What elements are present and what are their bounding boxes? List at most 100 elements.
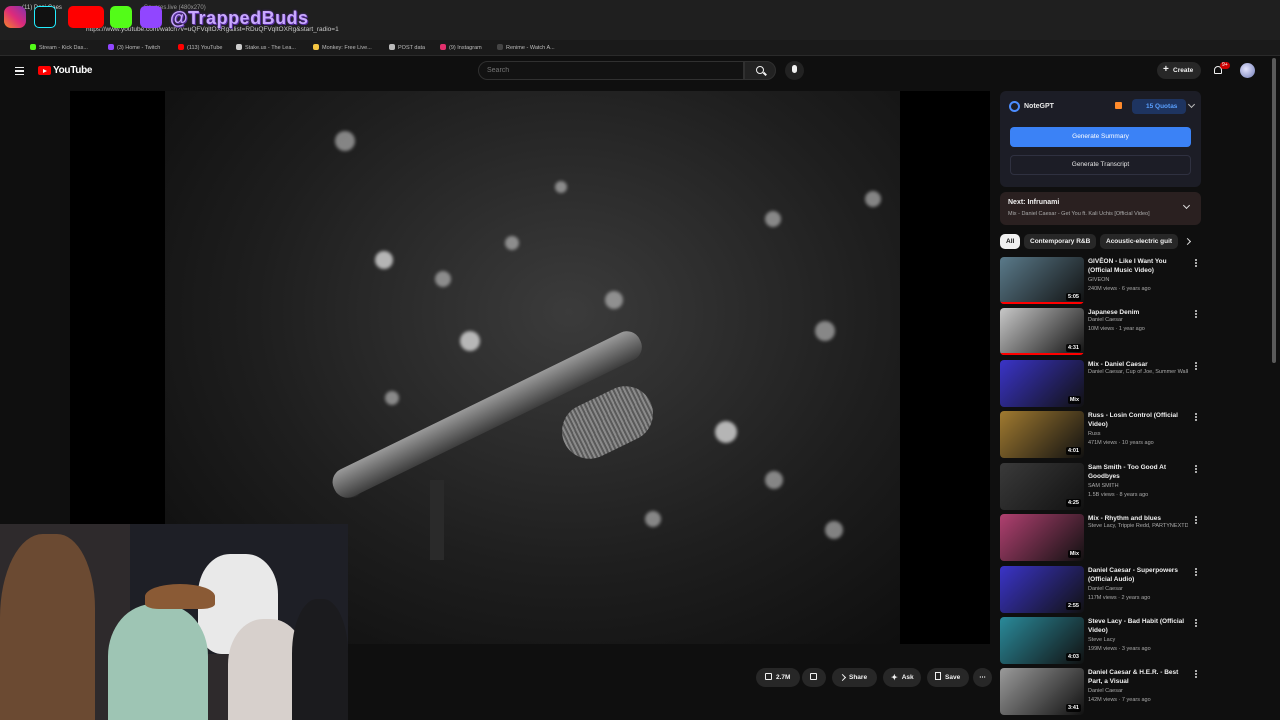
- thumbs-down-icon: [810, 673, 817, 680]
- video-title[interactable]: Russ - Losin Control (Official Video): [1088, 411, 1188, 429]
- video-thumbnail[interactable]: 4:01: [1000, 411, 1084, 458]
- duration-badge: 5:05: [1065, 293, 1081, 301]
- video-title[interactable]: Japanese Denim: [1088, 308, 1188, 317]
- video-thumbnail[interactable]: 3:41: [1000, 668, 1084, 715]
- recommendation-item[interactable]: Mix Mix - Rhythm and blues Steve Lacy, Tri…: [1000, 514, 1200, 562]
- scrollbar[interactable]: [1272, 58, 1276, 363]
- watch-progress-bar: [1000, 302, 1084, 304]
- voice-search-button[interactable]: [785, 61, 804, 80]
- renime-icon: [497, 44, 503, 50]
- share-label: Share: [849, 674, 868, 681]
- bookmark-label: (9) Instagram: [449, 45, 482, 51]
- bookmark-label: POST data: [398, 45, 426, 51]
- video-title[interactable]: Daniel Caesar & H.E.R. - Best Part, a Vi…: [1088, 668, 1188, 686]
- channel-name[interactable]: Daniel Caesar: [1088, 586, 1188, 592]
- instagram-icon: [440, 44, 446, 50]
- chip-contemporary-rnb[interactable]: Contemporary R&B: [1024, 234, 1097, 249]
- dislike-button[interactable]: [802, 668, 826, 687]
- recommendation-item[interactable]: 3:41 Daniel Caesar & H.E.R. - Best Part, …: [1000, 668, 1200, 716]
- more-options-icon[interactable]: [1195, 259, 1197, 261]
- bookmark-monkey[interactable]: Monkey: Free Live...: [313, 44, 372, 51]
- channel-name[interactable]: Steve Lacy: [1088, 637, 1188, 643]
- channel-name[interactable]: Steve Lacy, Trippie Redd, PARTYNEXTDO...: [1088, 523, 1188, 529]
- recommendation-item[interactable]: 2:55 Daniel Caesar - Superpowers (Officia…: [1000, 566, 1200, 614]
- share-icon: [838, 673, 847, 682]
- share-button[interactable]: Share: [832, 668, 877, 687]
- more-options-icon[interactable]: [1195, 465, 1197, 467]
- more-options-icon[interactable]: [1195, 619, 1197, 621]
- video-title[interactable]: Steve Lacy - Bad Habit (Official Video): [1088, 617, 1188, 635]
- bookmark-post-data[interactable]: POST data: [389, 44, 425, 51]
- like-button[interactable]: 2.7M: [756, 668, 800, 687]
- video-meta: 471M views · 10 years ago: [1088, 440, 1154, 446]
- kick-icon: [30, 44, 36, 50]
- create-button[interactable]: Create: [1157, 62, 1201, 79]
- video-thumbnail[interactable]: 4:25: [1000, 463, 1084, 510]
- video-thumbnail[interactable]: 5:05: [1000, 257, 1084, 304]
- more-options-icon[interactable]: [1195, 568, 1197, 570]
- ask-button[interactable]: ✦ Ask: [883, 668, 921, 687]
- menu-icon[interactable]: [15, 67, 24, 75]
- chevron-right-icon[interactable]: [1183, 237, 1192, 246]
- channel-name[interactable]: GIVĒON: [1088, 277, 1188, 283]
- more-actions-button[interactable]: ⋯: [973, 668, 992, 687]
- video-thumbnail[interactable]: Mix: [1000, 514, 1084, 561]
- video-thumbnail[interactable]: 4:03: [1000, 617, 1084, 664]
- duration-badge: 2:55: [1065, 602, 1081, 610]
- recommendation-item[interactable]: 4:01 Russ - Losin Control (Official Video…: [1000, 411, 1200, 459]
- channel-name[interactable]: Daniel Caesar, Cup of Joe, Summer Walk..…: [1088, 369, 1188, 375]
- watch-progress-bar: [1000, 353, 1084, 355]
- duration-badge: 4:01: [1065, 447, 1081, 455]
- bookmark-twitch[interactable]: (3) Home - Twitch: [108, 44, 160, 51]
- chip-all[interactable]: All: [1000, 234, 1021, 249]
- next-up-card[interactable]: [1000, 192, 1201, 225]
- bookmark-stake[interactable]: Stake.us - The Lea...: [236, 44, 296, 51]
- bookmark-instagram[interactable]: (9) Instagram: [440, 44, 482, 51]
- channel-name[interactable]: SAM SMITH: [1088, 483, 1188, 489]
- chip-acoustic-electric[interactable]: Acoustic-electric guit: [1100, 234, 1178, 249]
- video-thumbnail[interactable]: 2:55: [1000, 566, 1084, 613]
- instagram-icon: [4, 6, 26, 28]
- generate-summary-button[interactable]: Generate Summary: [1010, 127, 1191, 147]
- recommendation-item[interactable]: Mix Mix - Daniel Caesar Daniel Caesar, Cup…: [1000, 360, 1200, 408]
- recommendation-item[interactable]: 4:03 Steve Lacy - Bad Habit (Official Vid…: [1000, 617, 1200, 665]
- channel-name[interactable]: Russ: [1088, 431, 1188, 437]
- next-up-subtitle: Mix - Daniel Caesar - Get You ft. Kali U…: [1008, 211, 1150, 217]
- bookmark-youtube[interactable]: (113) YouTube: [178, 44, 222, 51]
- youtube-icon: [68, 6, 104, 28]
- channel-name[interactable]: Daniel Caesar: [1088, 317, 1188, 323]
- more-options-icon[interactable]: [1195, 413, 1197, 415]
- video-thumbnail[interactable]: 4:31: [1000, 308, 1084, 355]
- recommendation-item[interactable]: 4:31 Japanese Denim Daniel Caesar 10M views…: [1000, 308, 1200, 356]
- video-title[interactable]: Mix - Rhythm and blues: [1088, 514, 1188, 523]
- youtube-logo-icon[interactable]: [38, 66, 51, 75]
- recommendation-item[interactable]: 4:25 Sam Smith - Too Good At Goodbyes SAM …: [1000, 463, 1200, 511]
- recommendation-item[interactable]: 5:05 GIVĒON - Like I Want You (Official M…: [1000, 257, 1200, 305]
- bookmark-label: Stream - Kick Das...: [39, 45, 88, 51]
- search-input[interactable]: [478, 61, 744, 80]
- person: [292, 599, 348, 720]
- quota-button[interactable]: 15 Quotas: [1132, 99, 1186, 114]
- gift-icon[interactable]: [1115, 102, 1122, 109]
- video-thumbnail[interactable]: Mix: [1000, 360, 1084, 407]
- generate-transcript-button[interactable]: Generate Transcript: [1010, 155, 1191, 175]
- video-title[interactable]: Sam Smith - Too Good At Goodbyes: [1088, 463, 1188, 481]
- more-options-icon[interactable]: [1195, 310, 1197, 312]
- channel-name[interactable]: Daniel Caesar: [1088, 688, 1188, 694]
- globe-icon: [389, 44, 395, 50]
- more-options-icon[interactable]: [1195, 670, 1197, 672]
- avatar[interactable]: [1240, 63, 1255, 78]
- more-options-icon[interactable]: [1195, 362, 1197, 364]
- monkey-icon: [313, 44, 319, 50]
- bookmark-renime[interactable]: Renime - Watch A...: [497, 44, 555, 51]
- duration-badge: 4:03: [1065, 653, 1081, 661]
- webcam-overlay: [0, 524, 348, 720]
- video-title[interactable]: Mix - Daniel Caesar: [1088, 360, 1188, 369]
- more-options-icon[interactable]: [1195, 516, 1197, 518]
- youtube-icon: [178, 44, 184, 50]
- save-button[interactable]: Save: [927, 668, 969, 687]
- video-title[interactable]: Daniel Caesar - Superpowers (Official Au…: [1088, 566, 1188, 584]
- youtube-logo-text[interactable]: YouTube: [53, 65, 93, 76]
- bookmark-kick[interactable]: Stream - Kick Das...: [30, 44, 88, 51]
- video-title[interactable]: GIVĒON - Like I Want You (Official Music…: [1088, 257, 1188, 275]
